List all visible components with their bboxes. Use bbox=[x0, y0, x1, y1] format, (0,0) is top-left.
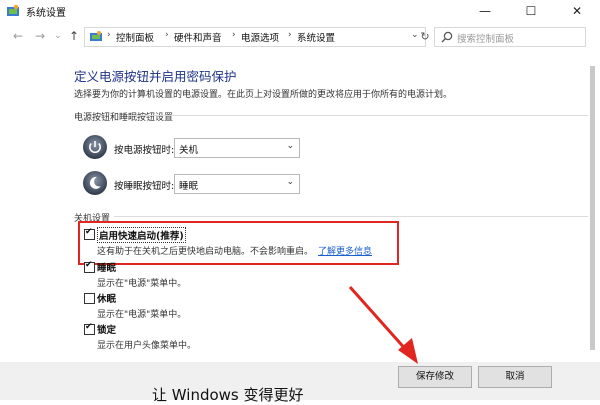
annotation-arrow bbox=[348, 286, 418, 364]
group-divider bbox=[128, 115, 588, 116]
refresh-icon[interactable]: ↻ bbox=[418, 30, 432, 44]
sleep-checkbox[interactable]: ✔ bbox=[84, 260, 95, 273]
sleep-button-action-value: 睡眠 bbox=[179, 181, 199, 192]
breadcrumb-separator: › bbox=[107, 30, 111, 40]
control-panel-icon bbox=[90, 31, 102, 41]
sleep-option-label[interactable]: 睡眠 bbox=[97, 260, 116, 274]
breadcrumb-power-options[interactable]: 电源选项 bbox=[241, 30, 279, 44]
minimize-button[interactable]: — bbox=[462, 0, 508, 22]
forward-icon[interactable]: → bbox=[32, 28, 48, 44]
power-button-icon bbox=[83, 135, 107, 159]
breadcrumb-hardware-sound[interactable]: 硬件和声音 bbox=[174, 30, 222, 44]
search-input[interactable]: 搜索控制面板 bbox=[434, 27, 586, 47]
chevron-down-icon: ⌄ bbox=[286, 141, 294, 151]
breadcrumb-system-settings[interactable]: 系统设置 bbox=[297, 30, 335, 44]
close-button[interactable]: ✕ bbox=[554, 0, 600, 22]
search-placeholder: 搜索控制面板 bbox=[457, 34, 515, 45]
address-bar[interactable]: › 控制面板 › 硬件和声音 › 电源选项 › 系统设置 ⌄ bbox=[84, 27, 426, 47]
lock-option-label[interactable]: 锁定 bbox=[97, 322, 116, 336]
hibernate-checkbox[interactable] bbox=[84, 293, 95, 304]
breadcrumb-control-panel[interactable]: 控制面板 bbox=[116, 30, 154, 44]
hibernate-option-label[interactable]: 休眠 bbox=[97, 291, 116, 305]
breadcrumb-separator[interactable]: › bbox=[232, 30, 236, 40]
sleep-option-description: 显示在"电源"菜单中。 bbox=[97, 279, 187, 289]
scrollbar-thumb[interactable] bbox=[590, 66, 595, 350]
cancel-button[interactable]: 取消 bbox=[478, 366, 552, 388]
sleep-button-icon bbox=[83, 171, 107, 195]
lock-option-description: 显示在用户头像菜单中。 bbox=[97, 341, 197, 351]
breadcrumb-separator[interactable]: › bbox=[288, 30, 292, 40]
back-icon[interactable]: ← bbox=[10, 28, 26, 44]
up-icon[interactable]: ↑ bbox=[66, 28, 82, 44]
sleep-button-action-select[interactable]: 睡眠 ⌄ bbox=[174, 174, 300, 194]
power-button-action-select[interactable]: 关机 ⌄ bbox=[174, 138, 300, 158]
save-changes-button[interactable]: 保存修改 bbox=[398, 366, 472, 388]
group-divider bbox=[114, 216, 588, 217]
window-title: 系统设置 bbox=[26, 8, 66, 19]
power-button-action-value: 关机 bbox=[179, 145, 199, 156]
power-buttons-group-label: 电源按钮和睡眠按钮设置 bbox=[74, 113, 174, 123]
lock-checkbox[interactable]: ✔ bbox=[84, 322, 95, 335]
hibernate-option-description: 显示在"电源"菜单中。 bbox=[97, 310, 187, 320]
chevron-down-icon: ⌄ bbox=[286, 177, 294, 187]
page-description: 选择要为你的计算机设置的电源设置。在此页上对设置所做的更改将应用于你所有的电源计… bbox=[74, 90, 453, 100]
background-page-text: 让 Windows 变得更好 bbox=[152, 386, 304, 404]
checkmark-icon: ✔ bbox=[85, 260, 93, 270]
title-bar: 系统设置 — ☐ ✕ bbox=[0, 0, 600, 22]
search-icon bbox=[441, 31, 453, 43]
breadcrumb-separator[interactable]: › bbox=[165, 30, 169, 40]
power-button-label: 按电源按钮时: bbox=[114, 145, 175, 156]
recent-locations-icon[interactable]: ⌄ bbox=[50, 28, 66, 44]
maximize-button[interactable]: ☐ bbox=[508, 0, 554, 22]
sleep-button-label: 按睡眠按钮时: bbox=[114, 181, 175, 192]
highlight-box bbox=[78, 221, 399, 265]
page-title: 定义电源按钮并启用密码保护 bbox=[74, 69, 237, 84]
control-panel-icon bbox=[7, 4, 19, 16]
checkmark-icon: ✔ bbox=[85, 322, 93, 332]
